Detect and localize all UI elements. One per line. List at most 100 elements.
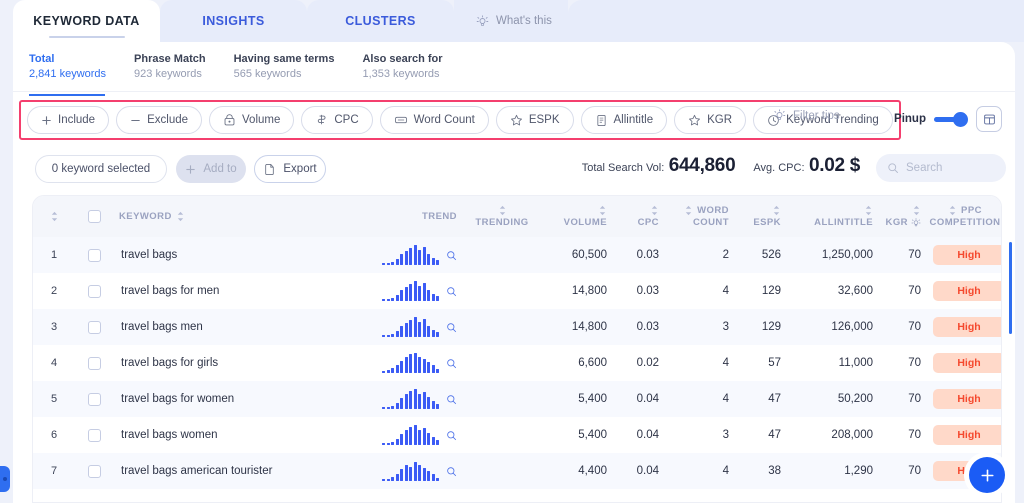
tab-insights[interactable]: INSIGHTS	[160, 0, 307, 42]
row-checkbox-cell[interactable]	[75, 417, 113, 453]
row-keyword[interactable]: travel bags	[113, 237, 353, 273]
spark-bar	[405, 287, 408, 301]
filter-kgr-button[interactable]: KGR	[674, 106, 746, 134]
filter-word-count-button[interactable]: Word Count	[380, 106, 489, 134]
th-allintitle-label: ALLINTITLE	[814, 217, 873, 228]
magnify-icon[interactable]	[446, 394, 457, 405]
add-fab-button[interactable]	[969, 457, 1005, 493]
table-row[interactable]: 3travel bags men14,8000.033129126,00070H…	[33, 309, 1002, 345]
filter-include-button[interactable]: Include	[27, 106, 109, 134]
filter-tips-link[interactable]: Filter tips	[773, 109, 840, 122]
sidebar-expand-tab[interactable]	[0, 466, 10, 492]
table-row[interactable]: 2travel bags for men14,8000.03412932,600…	[33, 273, 1002, 309]
export-button[interactable]: Export	[254, 155, 326, 183]
row-keyword[interactable]: travel bags for men	[113, 273, 353, 309]
row-espk: 38	[735, 453, 787, 489]
row-espk: 129	[735, 273, 787, 309]
selected-count-button[interactable]: 0 keyword selected	[35, 155, 167, 183]
summary-total-value: 2,841 keywords	[29, 67, 106, 82]
th-index[interactable]	[33, 196, 75, 237]
table-row[interactable]: 4travel bags for girls6,6000.0245711,000…	[33, 345, 1002, 381]
row-checkbox[interactable]	[88, 285, 101, 298]
row-word-count: 3	[665, 309, 735, 345]
row-ppc-cell: High	[927, 381, 1002, 417]
spark-bar	[382, 407, 385, 409]
row-checkbox-cell[interactable]	[75, 237, 113, 273]
row-kgr: 70	[879, 345, 927, 381]
magnify-icon[interactable]	[446, 286, 457, 297]
filter-espk-button[interactable]: ESPK	[496, 106, 574, 134]
add-to-label: Add to	[203, 163, 236, 175]
row-checkbox[interactable]	[88, 393, 101, 406]
row-keyword[interactable]: travel bags american tourister	[113, 453, 353, 489]
search-box[interactable]	[876, 154, 1006, 182]
tab-keyword-data[interactable]: KEYWORD DATA	[13, 0, 160, 42]
row-checkbox-cell[interactable]	[75, 273, 113, 309]
table-row[interactable]: 5travel bags for women5,4000.0444750,200…	[33, 381, 1002, 417]
row-keyword[interactable]: travel bags for girls	[113, 345, 353, 381]
spark-bar	[400, 361, 403, 373]
th-trending[interactable]: TRENDING	[463, 196, 541, 237]
tab-clusters-label: CLUSTERS	[345, 14, 416, 28]
row-keyword[interactable]: travel bags for women	[113, 381, 353, 417]
th-cpc[interactable]: CPC	[613, 196, 665, 237]
filter-volume-button[interactable]: Volume	[209, 106, 294, 134]
th-volume[interactable]: VOLUME	[541, 196, 613, 237]
summary-item-phrase-match[interactable]: Phrase Match 923 keywords	[134, 52, 206, 82]
summary-item-total[interactable]: Total 2,841 keywords	[29, 52, 106, 82]
row-checkbox-cell[interactable]	[75, 345, 113, 381]
pinup-toggle[interactable]	[934, 112, 968, 127]
filter-allintitle-button[interactable]: Allintitle	[581, 106, 668, 134]
row-checkbox-cell[interactable]	[75, 453, 113, 489]
row-checkbox-cell[interactable]	[75, 309, 113, 345]
spark-bar	[396, 259, 399, 265]
whats-this-link[interactable]: What's this	[454, 0, 568, 42]
th-kgr[interactable]: KGR	[879, 196, 927, 237]
row-ppc-cell: High	[927, 417, 1002, 453]
magnify-icon[interactable]	[446, 250, 457, 261]
keyword-table: KEYWORD TREND	[33, 196, 1002, 489]
sort-icon	[948, 205, 957, 216]
row-checkbox[interactable]	[88, 357, 101, 370]
row-checkbox[interactable]	[88, 465, 101, 478]
row-checkbox[interactable]	[88, 321, 101, 334]
row-checkbox[interactable]	[88, 429, 101, 442]
search-input[interactable]	[906, 162, 994, 174]
table-row[interactable]: 1travel bags60,5000.0325261,250,00070Hig…	[33, 237, 1002, 273]
main-card: Total 2,841 keywords Phrase Match 923 ke…	[13, 42, 1015, 503]
search-icon	[887, 162, 899, 174]
th-ppc-competition[interactable]: PPC COMPETITION	[927, 196, 1002, 237]
layout-toggle-button[interactable]	[976, 106, 1002, 132]
spark-bar	[418, 250, 421, 265]
select-all-checkbox[interactable]	[88, 210, 101, 223]
th-keyword[interactable]: KEYWORD	[113, 196, 353, 237]
sort-icon	[598, 205, 607, 216]
th-word-count[interactable]: WORD COUNT	[665, 196, 735, 237]
tab-clusters[interactable]: CLUSTERS	[307, 0, 454, 42]
spark-bar	[423, 283, 426, 301]
spark-bar	[400, 434, 403, 445]
spark-bar	[400, 398, 403, 409]
filter-exclude-button[interactable]: Exclude	[116, 106, 202, 134]
row-trending	[463, 345, 541, 381]
magnify-icon[interactable]	[446, 466, 457, 477]
table-row[interactable]: 6travel bags women5,4000.04347208,00070H…	[33, 417, 1002, 453]
magnify-icon[interactable]	[446, 322, 457, 333]
summary-item-having-same-terms[interactable]: Having same terms 565 keywords	[234, 52, 335, 82]
vertical-scrollbar-thumb[interactable]	[1009, 242, 1012, 334]
row-keyword[interactable]: travel bags men	[113, 309, 353, 345]
magnify-icon[interactable]	[446, 430, 457, 441]
spark-bar	[409, 467, 412, 481]
filter-cpc-button[interactable]: CPC	[301, 106, 372, 134]
th-allintitle[interactable]: ALLINTITLE	[787, 196, 879, 237]
row-checkbox[interactable]	[88, 249, 101, 262]
row-checkbox-cell[interactable]	[75, 381, 113, 417]
add-to-button[interactable]: Add to	[176, 155, 246, 183]
table-row[interactable]: 7travel bags american tourister4,4000.04…	[33, 453, 1002, 489]
summary-item-also-search-for[interactable]: Also search for 1,353 keywords	[362, 52, 442, 82]
magnify-icon[interactable]	[446, 358, 457, 369]
row-allintitle: 126,000	[787, 309, 879, 345]
th-select-all[interactable]	[75, 196, 113, 237]
th-espk[interactable]: ESPK	[735, 196, 787, 237]
row-keyword[interactable]: travel bags women	[113, 417, 353, 453]
